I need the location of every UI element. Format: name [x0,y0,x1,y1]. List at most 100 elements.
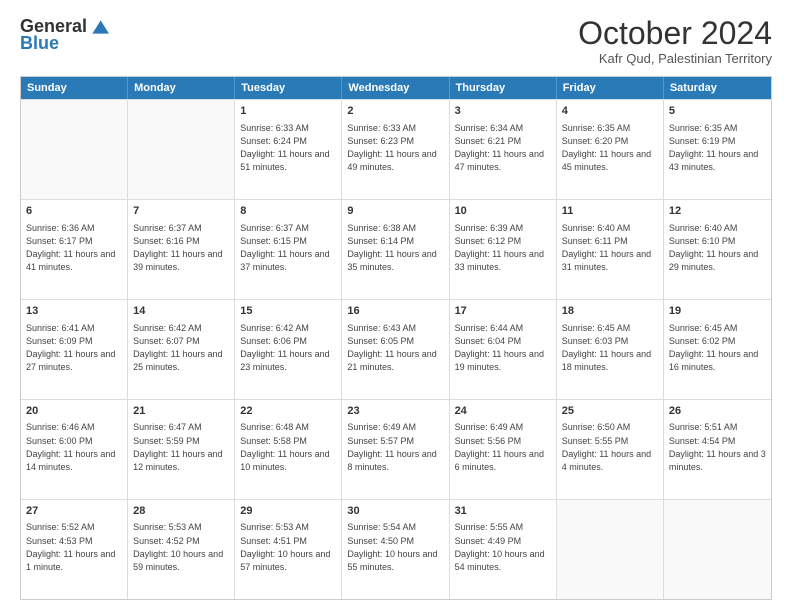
empty-cell [21,100,128,199]
cell-info: Sunrise: 6:44 AMSunset: 6:04 PMDaylight:… [455,323,544,373]
day-cell-30: 30 Sunrise: 5:54 AMSunset: 4:50 PMDayligh… [342,500,449,599]
cell-info: Sunrise: 6:47 AMSunset: 5:59 PMDaylight:… [133,422,222,472]
day-number: 28 [133,504,229,519]
day-number: 4 [562,104,658,119]
day-cell-9: 9Sunrise: 6:38 AMSunset: 6:14 PMDaylight… [342,200,449,299]
calendar-row-5: 27 Sunrise: 5:52 AMSunset: 4:53 PMDayligh… [21,499,771,599]
day-cell-31: 31Sunrise: 5:55 AMSunset: 4:49 PMDayligh… [450,500,557,599]
month-title: October 2024 [578,16,772,51]
day-cell-15: 15 Sunrise: 6:42 AMSunset: 6:06 PMDayligh… [235,300,342,399]
day-cell-16: 16Sunrise: 6:43 AMSunset: 6:05 PMDayligh… [342,300,449,399]
day-header-wednesday: Wednesday [342,77,449,99]
day-number: 29 [240,504,336,519]
day-cell-1: 1 Sunrise: 6:33 AMSunset: 6:24 PMDaylight… [235,100,342,199]
day-number: 10 [455,204,551,219]
day-cell-24: 24Sunrise: 6:49 AMSunset: 5:56 PMDayligh… [450,400,557,499]
day-cell-29: 29Sunrise: 5:53 AMSunset: 4:51 PMDayligh… [235,500,342,599]
day-number: 8 [240,204,336,219]
title-block: October 2024 Kafr Qud, Palestinian Terri… [578,16,772,66]
cell-info: Sunrise: 6:41 AMSunset: 6:09 PMDaylight:… [26,323,115,373]
day-number: 3 [455,104,551,119]
day-header-monday: Monday [128,77,235,99]
cell-info: Sunrise: 6:35 AMSunset: 6:19 PMDaylight:… [669,123,758,173]
day-number: 14 [133,304,229,319]
calendar-row-2: 6Sunrise: 6:36 AMSunset: 6:17 PMDaylight… [21,199,771,299]
cell-info: Sunrise: 6:36 AMSunset: 6:17 PMDaylight:… [26,223,115,273]
day-cell-23: 23 Sunrise: 6:49 AMSunset: 5:57 PMDayligh… [342,400,449,499]
calendar-row-4: 20Sunrise: 6:46 AMSunset: 6:00 PMDayligh… [21,399,771,499]
empty-cell [557,500,664,599]
day-number: 25 [562,404,658,419]
day-number: 16 [347,304,443,319]
calendar-row-3: 13 Sunrise: 6:41 AMSunset: 6:09 PMDayligh… [21,299,771,399]
page: General Blue October 2024 Kafr Qud, Pale… [0,0,792,612]
day-cell-25: 25Sunrise: 6:50 AMSunset: 5:55 PMDayligh… [557,400,664,499]
cell-info: Sunrise: 6:38 AMSunset: 6:14 PMDaylight:… [347,223,436,273]
day-number: 21 [133,404,229,419]
day-cell-8: 8 Sunrise: 6:37 AMSunset: 6:15 PMDaylight… [235,200,342,299]
cell-info: Sunrise: 6:40 AMSunset: 6:10 PMDaylight:… [669,223,758,273]
day-header-sunday: Sunday [21,77,128,99]
day-number: 5 [669,104,766,119]
day-number: 1 [240,104,336,119]
day-header-friday: Friday [557,77,664,99]
day-number: 30 [347,504,443,519]
header: General Blue October 2024 Kafr Qud, Pale… [20,16,772,66]
day-number: 17 [455,304,551,319]
day-number: 7 [133,204,229,219]
location: Kafr Qud, Palestinian Territory [578,51,772,66]
cell-info: Sunrise: 5:54 AMSunset: 4:50 PMDaylight:… [347,522,437,572]
day-cell-27: 27 Sunrise: 5:52 AMSunset: 4:53 PMDayligh… [21,500,128,599]
logo-blue-text: Blue [20,33,59,54]
day-number: 12 [669,204,766,219]
day-cell-13: 13 Sunrise: 6:41 AMSunset: 6:09 PMDayligh… [21,300,128,399]
day-number: 18 [562,304,658,319]
day-cell-10: 10 Sunrise: 6:39 AMSunset: 6:12 PMDayligh… [450,200,557,299]
logo-icon [89,17,109,37]
day-number: 11 [562,204,658,219]
cell-info: Sunrise: 6:37 AMSunset: 6:15 PMDaylight:… [240,223,329,273]
calendar-header: SundayMondayTuesdayWednesdayThursdayFrid… [21,77,771,99]
day-number: 27 [26,504,122,519]
day-number: 20 [26,404,122,419]
calendar-row-1: 1 Sunrise: 6:33 AMSunset: 6:24 PMDaylight… [21,99,771,199]
cell-info: Sunrise: 6:39 AMSunset: 6:12 PMDaylight:… [455,223,544,273]
day-number: 26 [669,404,766,419]
day-header-tuesday: Tuesday [235,77,342,99]
cell-info: Sunrise: 6:35 AMSunset: 6:20 PMDaylight:… [562,123,651,173]
day-cell-26: 26 Sunrise: 5:51 AMSunset: 4:54 PMDayligh… [664,400,771,499]
cell-info: Sunrise: 6:49 AMSunset: 5:56 PMDaylight:… [455,422,544,472]
day-number: 19 [669,304,766,319]
cell-info: Sunrise: 6:49 AMSunset: 5:57 PMDaylight:… [347,422,436,472]
cell-info: Sunrise: 6:37 AMSunset: 6:16 PMDaylight:… [133,223,222,273]
logo: General Blue [20,16,109,54]
day-cell-11: 11 Sunrise: 6:40 AMSunset: 6:11 PMDayligh… [557,200,664,299]
day-cell-5: 5 Sunrise: 6:35 AMSunset: 6:19 PMDaylight… [664,100,771,199]
day-number: 15 [240,304,336,319]
cell-info: Sunrise: 6:48 AMSunset: 5:58 PMDaylight:… [240,422,329,472]
day-cell-6: 6Sunrise: 6:36 AMSunset: 6:17 PMDaylight… [21,200,128,299]
cell-info: Sunrise: 6:34 AMSunset: 6:21 PMDaylight:… [455,123,544,173]
day-cell-20: 20Sunrise: 6:46 AMSunset: 6:00 PMDayligh… [21,400,128,499]
day-header-saturday: Saturday [664,77,771,99]
cell-info: Sunrise: 5:52 AMSunset: 4:53 PMDaylight:… [26,522,115,572]
cell-info: Sunrise: 5:55 AMSunset: 4:49 PMDaylight:… [455,522,545,572]
day-number: 23 [347,404,443,419]
cell-info: Sunrise: 6:45 AMSunset: 6:02 PMDaylight:… [669,323,758,373]
day-number: 2 [347,104,443,119]
day-cell-28: 28Sunrise: 5:53 AMSunset: 4:52 PMDayligh… [128,500,235,599]
day-cell-4: 4 Sunrise: 6:35 AMSunset: 6:20 PMDaylight… [557,100,664,199]
cell-info: Sunrise: 6:45 AMSunset: 6:03 PMDaylight:… [562,323,651,373]
day-cell-14: 14Sunrise: 6:42 AMSunset: 6:07 PMDayligh… [128,300,235,399]
day-number: 22 [240,404,336,419]
day-cell-17: 17 Sunrise: 6:44 AMSunset: 6:04 PMDayligh… [450,300,557,399]
cell-info: Sunrise: 6:40 AMSunset: 6:11 PMDaylight:… [562,223,651,273]
cell-info: Sunrise: 5:51 AMSunset: 4:54 PMDaylight:… [669,422,766,472]
cell-info: Sunrise: 6:33 AMSunset: 6:24 PMDaylight:… [240,123,329,173]
cell-info: Sunrise: 6:42 AMSunset: 6:06 PMDaylight:… [240,323,329,373]
day-cell-7: 7 Sunrise: 6:37 AMSunset: 6:16 PMDaylight… [128,200,235,299]
day-cell-19: 19 Sunrise: 6:45 AMSunset: 6:02 PMDayligh… [664,300,771,399]
day-cell-21: 21 Sunrise: 6:47 AMSunset: 5:59 PMDayligh… [128,400,235,499]
day-number: 13 [26,304,122,319]
empty-cell [664,500,771,599]
